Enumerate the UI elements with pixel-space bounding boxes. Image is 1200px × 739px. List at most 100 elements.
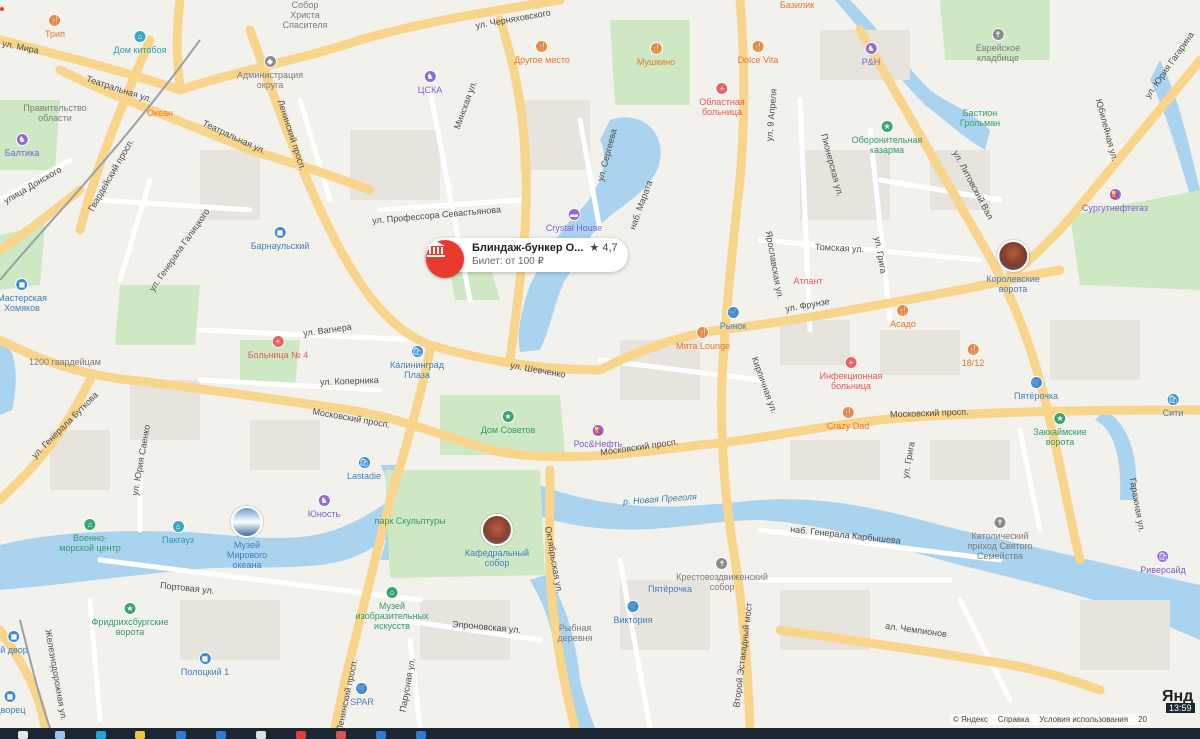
poi-marker[interactable]: Пятёрочка [648, 584, 692, 594]
poi-marker[interactable]: ⌂ Военно- морской центр [59, 518, 121, 553]
poi-marker[interactable]: 🛒 SPAR [350, 682, 374, 707]
poi-marker[interactable]: 🛍 Lastadie [347, 456, 381, 481]
poi-marker[interactable]: ★ Фридрихсбургские ворота [92, 602, 168, 637]
poi-marker[interactable]: Кафедральный собор [465, 514, 529, 568]
church-icon: ✝ [993, 516, 1007, 529]
app-icon[interactable] [376, 731, 386, 739]
poi-label: 18/12 [961, 358, 985, 368]
poi-label: Сити [1162, 408, 1184, 418]
poi-marker[interactable]: 🍴 Асадо [890, 304, 916, 329]
poi-marker[interactable]: ⌂ Пакгауз [162, 520, 194, 545]
poi-marker[interactable]: Бастион Грольман [960, 108, 1000, 128]
poi-marker[interactable]: 🛒 Пятёрочка [1014, 376, 1058, 401]
museum-icon [427, 241, 445, 257]
poi-marker[interactable]: 🍴 Dolce Vita [738, 40, 778, 65]
poi-marker[interactable]: + Больница № 4 [248, 335, 308, 360]
poi-label: Юность [307, 509, 341, 519]
pin-point [0, 7, 4, 11]
poi-label: Полоцкий 1 [180, 667, 230, 677]
poi-marker[interactable]: ♞ P&H [862, 42, 880, 67]
poi-label: Правительство области [23, 103, 87, 123]
help-link[interactable]: Справка [998, 715, 1029, 724]
poi-marker[interactable]: 🍴 18/12 [961, 343, 985, 368]
app-icon[interactable] [296, 731, 306, 739]
poi-label: SPAR [350, 697, 374, 707]
terms-link[interactable]: Условия использования [1039, 715, 1128, 724]
poi-label: Еврейское кладбище [975, 43, 1021, 63]
poi-marker[interactable]: Океан [147, 108, 173, 118]
poi-label: Администрация округа [236, 70, 304, 90]
poi-marker[interactable]: ◼ Мастерская Хомяков [0, 278, 47, 313]
poi-marker[interactable]: ★ Оборонительная казарма [852, 120, 922, 155]
poi-label: Музей Мирового океана [226, 540, 268, 570]
poi-marker[interactable]: + Инфекционная больница [820, 356, 882, 391]
poi-marker[interactable]: Базилик [780, 0, 814, 10]
poi-label: й двор [0, 645, 28, 655]
poi-marker[interactable]: ⛽ Сургутнефтегаз [1082, 188, 1148, 213]
poi-marker[interactable]: ✝ Еврейское кладбище [976, 28, 1020, 63]
poi-marker[interactable]: 🛍 Риверсайд [1140, 550, 1186, 575]
poi-marker[interactable]: ★ Закхаймские ворота [1033, 412, 1087, 447]
poi-marker[interactable]: 🍴 Другое место [514, 40, 570, 65]
poi-marker[interactable]: 🍴 Мушкино [637, 42, 675, 67]
app-icon[interactable] [216, 731, 226, 739]
poi-marker[interactable]: ⛽ Рос&Нефть [573, 424, 623, 449]
poi-marker[interactable]: Королевские ворота [986, 240, 1040, 294]
poi-marker[interactable]: + Областная больница [699, 82, 745, 117]
search-icon[interactable] [55, 731, 65, 739]
hospital-icon: + [271, 335, 285, 348]
poi-marker[interactable]: ▬ Crystal House [546, 208, 602, 233]
poi-label: Мята Lounge [676, 341, 730, 351]
poi-marker[interactable]: ⌂ Музей изобразительных искусств [356, 586, 428, 631]
app-icon[interactable] [96, 731, 106, 739]
poi-marker[interactable]: ◼ Барнаульский [251, 226, 309, 251]
map-base [0, 0, 1200, 728]
poi-marker[interactable]: 🍴 Crazy Dad [826, 406, 870, 431]
poi-marker[interactable]: 🍴 Мята Lounge [676, 326, 730, 351]
hospital-icon: + [844, 356, 858, 369]
poi-marker[interactable]: Рыбная деревня [558, 623, 593, 643]
poi-marker[interactable]: ⌂ Дом китобоя [114, 30, 166, 55]
poi-marker[interactable]: ♞ Юность [308, 494, 340, 519]
poi-marker[interactable]: ♞ ЦСКА [418, 70, 442, 95]
poi-marker[interactable]: ◆ Администрация округа [237, 55, 303, 90]
poi-marker[interactable]: ◼ й двор [0, 630, 28, 655]
poi-marker[interactable]: Музей Мирового океана [227, 506, 267, 570]
poi-label: Crazy Dad [826, 421, 870, 431]
poi-label: парк Скульптуры [374, 516, 446, 526]
poi-marker[interactable]: 🍴 Трип [45, 14, 65, 39]
poi-marker[interactable]: ◼ Полоцкий 1 [181, 652, 229, 677]
app-icon[interactable] [336, 731, 346, 739]
poi-marker[interactable]: Собор Христа Спасителя [283, 0, 328, 30]
poi-label: Собор Христа Спасителя [282, 0, 328, 30]
food-icon: 🍴 [535, 40, 549, 53]
museum-icon: ⌂ [171, 520, 185, 533]
poi-marker[interactable]: 🛍 Сити [1162, 393, 1184, 418]
poi-marker[interactable]: парк Скульптуры [374, 516, 445, 526]
app-icon[interactable] [416, 731, 426, 739]
poi-marker[interactable]: ◼ Дворец [0, 690, 25, 715]
cemetery-icon: ✝ [991, 28, 1005, 41]
poi-label: Бастион Грольман [959, 108, 1001, 128]
poi-marker[interactable]: 🛒 Виктория [613, 600, 653, 625]
poi-marker[interactable]: 1200 гвардейцам [29, 357, 101, 367]
start-icon[interactable] [18, 731, 28, 739]
selected-place-pin[interactable] [426, 240, 464, 278]
poi-marker[interactable]: ★ Дом Советов [480, 410, 536, 435]
folder-icon[interactable] [135, 731, 145, 739]
poi-label: Рос&Нефть [573, 439, 623, 449]
poi-marker[interactable]: Атлант [793, 276, 822, 286]
poi-label: Атлант [793, 276, 823, 286]
grocery-icon: 🛒 [355, 682, 369, 695]
poi-marker[interactable]: ♞ Балтика [5, 133, 39, 158]
chrome-icon[interactable] [256, 731, 266, 739]
poi-label: Риверсайд [1140, 565, 1186, 575]
poi-label: Дом Советов [480, 425, 536, 435]
museum-icon: ⌂ [83, 518, 97, 531]
poi-marker[interactable]: 🛍 Калининград Плаза [390, 345, 444, 380]
map-canvas[interactable]: ул. Черняховского Театральная ул. ул. Ми… [0, 0, 1200, 728]
poi-marker[interactable]: Правительство области [23, 103, 86, 123]
landmark-icon: ★ [1053, 412, 1067, 425]
app-icon[interactable] [176, 731, 186, 739]
poi-marker[interactable]: ✝ Католический приход Святого Семейства [967, 516, 1033, 561]
